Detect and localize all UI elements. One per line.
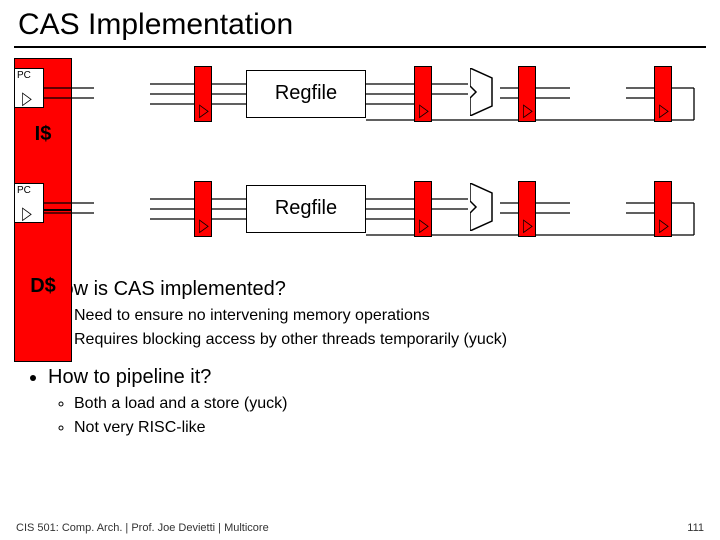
- bullet-q2-sub2: Not very RISC-like: [74, 417, 698, 439]
- bullet-q2: How to pipeline it?: [48, 366, 698, 389]
- dcache-block: D$: [14, 210, 72, 362]
- clock-tri-icon: ▷: [22, 203, 32, 224]
- bullet-q2-sub1: Both a load and a store (yuck): [74, 393, 698, 415]
- bullet-content: How is CAS implemented? Need to ensure n…: [0, 268, 720, 438]
- clock-tri-icon: ▷: [419, 215, 429, 236]
- slide-title: CAS Implementation: [0, 0, 720, 46]
- bullet-q1: How is CAS implemented?: [48, 278, 698, 301]
- clock-tri-icon: ▷: [523, 100, 533, 121]
- clock-tri-icon: ▷: [199, 100, 209, 121]
- clock-tri-icon: ▷: [659, 215, 669, 236]
- pipeline-diagram: I$ D$ PC ▷ ▷ Regfile ▷ ▷ ▷ PC ▷ ▷ Regfil…: [14, 58, 706, 268]
- bullet-q1-sub2: Requires blocking access by other thread…: [74, 329, 698, 351]
- clock-tri-icon: ▷: [659, 100, 669, 121]
- regfile-bottom: Regfile: [246, 185, 366, 233]
- footer-text: CIS 501: Comp. Arch. | Prof. Joe Deviett…: [16, 522, 269, 534]
- dcache-label: D$: [30, 275, 56, 298]
- alu-icon: [470, 183, 496, 231]
- regfile-top: Regfile: [246, 70, 366, 118]
- page-number: 111: [687, 522, 704, 534]
- clock-tri-icon: ▷: [22, 88, 32, 109]
- clock-tri-icon: ▷: [523, 215, 533, 236]
- title-underline: [14, 46, 706, 48]
- footer-bar: CIS 501: Comp. Arch. | Prof. Joe Deviett…: [16, 522, 704, 534]
- alu-icon: [470, 68, 496, 116]
- clock-tri-icon: ▷: [199, 215, 209, 236]
- clock-tri-icon: ▷: [419, 100, 429, 121]
- bullet-q1-sub1: Need to ensure no intervening memory ope…: [74, 305, 698, 327]
- icache-label: I$: [35, 123, 52, 146]
